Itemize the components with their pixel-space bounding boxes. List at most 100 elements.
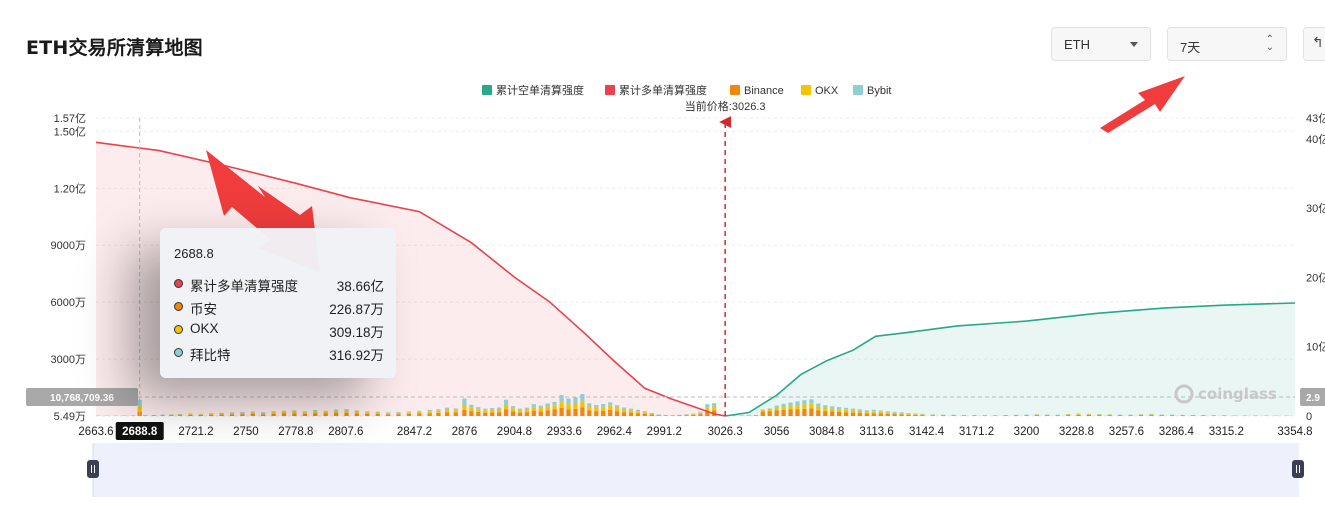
bar-okx <box>1066 414 1071 416</box>
bar-okx <box>642 412 647 414</box>
bar-bybit <box>177 414 183 415</box>
bar-binance <box>1045 415 1050 416</box>
bar-binance <box>517 412 523 416</box>
bar-binance <box>972 415 977 416</box>
bar-binance <box>436 412 441 416</box>
bar-bybit <box>615 405 620 408</box>
bar-binance <box>615 411 620 416</box>
bar-binance <box>1128 415 1133 416</box>
bar-bybit <box>920 413 925 415</box>
bar-bybit <box>497 407 502 410</box>
bar-okx <box>240 412 245 415</box>
bar-bybit <box>188 413 193 415</box>
bar-binance <box>767 411 772 416</box>
tooltip-row-label: OKX <box>190 321 219 336</box>
bar-bybit <box>453 408 458 411</box>
bar-okx <box>864 411 869 414</box>
bar-okx <box>436 410 441 413</box>
bar-okx <box>698 412 703 415</box>
bar-bybit <box>531 404 536 407</box>
bar-bybit <box>712 403 717 407</box>
bar-bybit <box>302 411 307 413</box>
legend-dot-icon <box>174 348 183 357</box>
bar-okx <box>774 407 779 411</box>
bar-okx <box>396 412 401 415</box>
bar-bybit <box>375 411 380 413</box>
bar-bybit <box>809 399 814 404</box>
bar-binance <box>1003 415 1008 416</box>
range-handle-right[interactable] <box>1292 460 1304 478</box>
bar-okx <box>334 410 339 413</box>
bar-okx <box>497 409 502 413</box>
bar-okx <box>250 412 255 414</box>
current-price-label: 当前价格:3026.3 <box>685 99 766 113</box>
bar-binance <box>628 412 634 416</box>
bar-bybit <box>871 409 876 412</box>
bar-binance <box>1024 415 1029 416</box>
bar-okx <box>878 411 883 414</box>
bar-okx <box>857 410 862 413</box>
bar-okx <box>1138 414 1144 416</box>
bar-binance <box>552 409 557 416</box>
bar-bybit <box>250 411 255 413</box>
bar-binance <box>188 414 193 416</box>
bar-bybit <box>559 394 564 403</box>
bar-bybit <box>864 410 869 412</box>
bar-binance <box>885 413 890 416</box>
y-right-tick: 20亿 <box>1306 271 1325 284</box>
x-tick: 3142.4 <box>909 426 945 438</box>
crosshair-right-label: 2.9 <box>1306 393 1320 404</box>
bar-binance <box>177 415 183 416</box>
bar-okx <box>504 405 509 410</box>
bar-binance <box>483 412 488 416</box>
bar-bybit <box>816 403 821 407</box>
bar-okx <box>837 409 842 412</box>
bar-binance <box>462 409 467 416</box>
bar-okx <box>427 411 432 414</box>
bar-okx <box>476 409 481 412</box>
bar-binance <box>566 409 571 416</box>
bar-binance <box>1170 415 1175 416</box>
bar-bybit <box>462 398 467 405</box>
bar-okx <box>1045 414 1050 416</box>
y-left-tick: 6000万 <box>51 297 86 309</box>
bar-bybit <box>483 408 488 411</box>
bar-binance <box>788 409 793 416</box>
x-tick: 2847.2 <box>397 426 432 438</box>
bar-bybit <box>1066 414 1071 415</box>
tooltip-header: 2688.8 <box>174 246 214 261</box>
bar-bybit <box>1149 414 1154 415</box>
bar-binance <box>795 409 800 416</box>
bar-okx <box>538 408 543 412</box>
bar-binance <box>1201 415 1206 416</box>
bar-bybit <box>850 408 856 411</box>
bar-bybit <box>913 413 918 415</box>
bar-okx <box>656 414 661 416</box>
bar-bybit <box>857 409 862 411</box>
range-slider <box>93 443 1299 497</box>
bar-okx <box>417 411 422 414</box>
bar-okx <box>573 403 578 409</box>
bar-binance <box>809 408 814 416</box>
bar-binance <box>816 410 821 416</box>
bar-binance <box>930 415 935 416</box>
bar-binance <box>365 413 370 416</box>
legend-label: 累计多单清算强度 <box>619 83 707 97</box>
bar-binance <box>524 412 529 416</box>
x-tick: 3084.8 <box>809 426 844 438</box>
bar-binance <box>857 413 862 416</box>
bar-binance <box>580 407 585 416</box>
legend-label: Bybit <box>867 85 891 97</box>
bar-bybit <box>445 407 450 410</box>
bar-bybit <box>802 400 807 405</box>
bar-okx <box>767 409 772 411</box>
bar-binance <box>635 413 640 416</box>
bar-bybit <box>566 398 571 405</box>
bar-okx <box>580 401 585 408</box>
bar-bybit <box>476 407 481 410</box>
bar-okx <box>941 414 946 416</box>
tooltip-row: 拜比特 316.92万 <box>174 344 384 363</box>
bar-binance <box>941 415 946 416</box>
range-handle-left[interactable] <box>87 460 99 478</box>
bar-okx <box>1097 414 1102 416</box>
